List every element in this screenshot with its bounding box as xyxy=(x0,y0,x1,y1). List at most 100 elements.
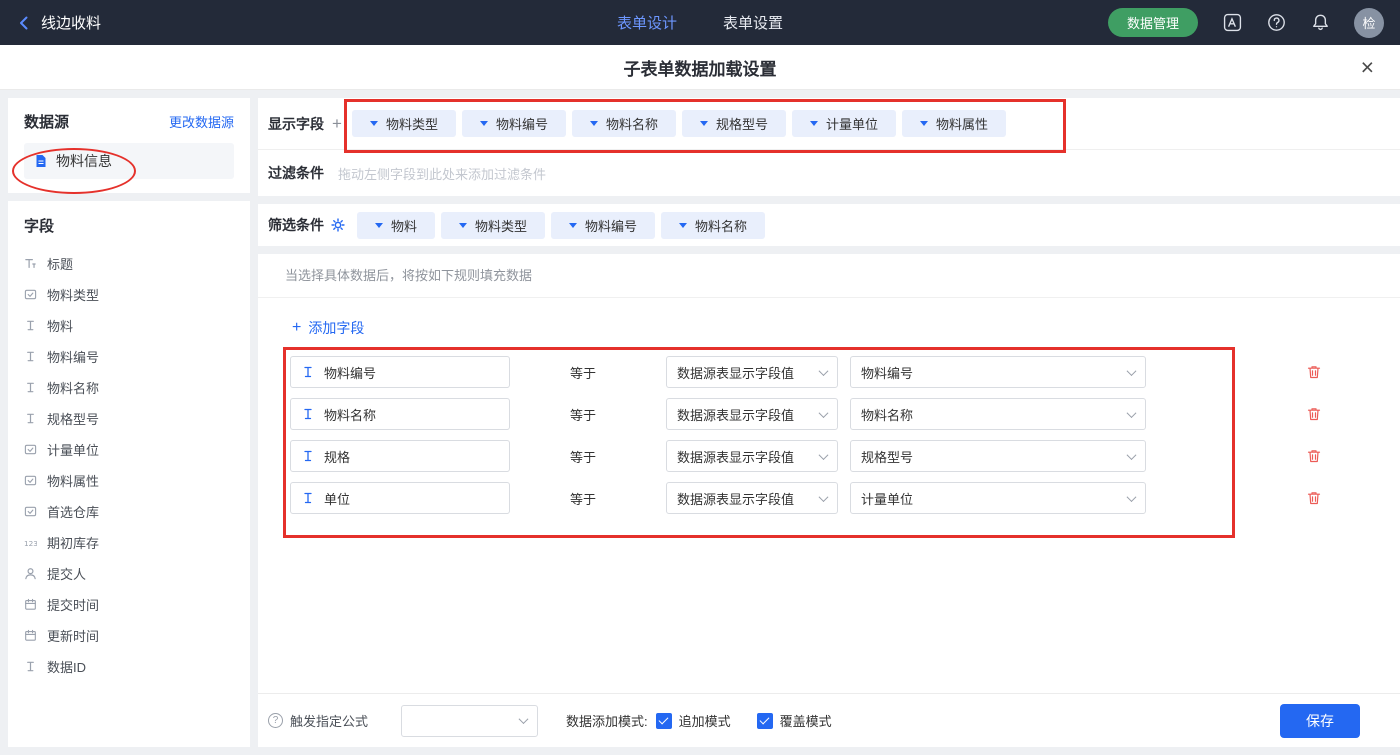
change-datasource-link[interactable]: 更改数据源 xyxy=(169,112,234,131)
mode-option-label: 覆盖模式 xyxy=(780,711,832,730)
field-item[interactable]: 物料类型 xyxy=(24,279,234,310)
rule-value-select[interactable]: 物料编号 xyxy=(850,356,1146,388)
field-item[interactable]: 123 期初库存 xyxy=(24,527,234,558)
display-field-tag[interactable]: 计量单位 xyxy=(792,110,896,137)
save-button[interactable]: 保存 xyxy=(1280,704,1360,738)
screening-tag[interactable]: 物料 xyxy=(357,212,435,239)
chevron-down-icon xyxy=(819,408,829,418)
chevron-down-icon xyxy=(1127,408,1137,418)
field-item[interactable]: 提交时间 xyxy=(24,589,234,620)
display-field-tag[interactable]: 规格型号 xyxy=(682,110,786,137)
datasource-item[interactable]: 物料信息 xyxy=(24,143,234,179)
filter-dropzone-placeholder[interactable]: 拖动左侧字段到此处来添加过滤条件 xyxy=(338,164,546,183)
rule-field-input[interactable]: 物料编号 xyxy=(290,356,510,388)
field-item[interactable]: 物料编号 xyxy=(24,341,234,372)
field-item[interactable]: 计量单位 xyxy=(24,434,234,465)
rule-row: 物料编号 等于 数据源表显示字段值 物料编号 xyxy=(290,356,1368,388)
field-item-label: 数据ID xyxy=(47,657,86,676)
back-label[interactable]: 线边收料 xyxy=(41,12,101,33)
display-field-tag[interactable]: 物料类型 xyxy=(352,110,456,137)
formula-label: 触发指定公式 xyxy=(290,711,368,730)
screening-tag[interactable]: 物料名称 xyxy=(661,212,765,239)
trash-icon[interactable] xyxy=(1306,490,1322,506)
topbar-tabs: 表单设计 表单设置 xyxy=(617,12,783,33)
add-display-field-button[interactable]: + xyxy=(332,115,342,132)
rule-value-select[interactable]: 物料名称 xyxy=(850,398,1146,430)
screening-tag[interactable]: 物料类型 xyxy=(441,212,545,239)
field-item[interactable]: 提交人 xyxy=(24,558,234,589)
display-fields-label: 显示字段 xyxy=(268,114,324,134)
rule-value-select[interactable]: 规格型号 xyxy=(850,440,1146,472)
gear-icon[interactable] xyxy=(331,218,345,232)
rule-source-value: 数据源表显示字段值 xyxy=(677,363,794,382)
field-item-label: 计量单位 xyxy=(47,440,99,459)
mode-option[interactable]: 覆盖模式 xyxy=(757,711,832,730)
field-item[interactable]: 物料名称 xyxy=(24,372,234,403)
top-tab[interactable]: 表单设置 xyxy=(723,12,783,33)
translate-icon[interactable] xyxy=(1222,13,1242,33)
back-icon[interactable] xyxy=(16,15,32,31)
rule-field-label: 单位 xyxy=(324,489,350,508)
display-field-tag[interactable]: 物料名称 xyxy=(572,110,676,137)
field-item[interactable]: 更新时间 xyxy=(24,620,234,651)
dialog-header: 子表单数据加载设置 × xyxy=(0,45,1400,90)
mode-option[interactable]: 追加模式 xyxy=(656,711,731,730)
mode-option-label: 追加模式 xyxy=(679,711,731,730)
rule-source-value: 数据源表显示字段值 xyxy=(677,405,794,424)
rule-value-value: 规格型号 xyxy=(861,447,913,466)
rule-source-select[interactable]: 数据源表显示字段值 xyxy=(666,440,838,472)
tag-label: 物料 xyxy=(391,216,417,235)
text-icon xyxy=(301,449,315,463)
rule-field-input[interactable]: 物料名称 xyxy=(290,398,510,430)
formula-select[interactable] xyxy=(401,705,538,737)
trash-icon[interactable] xyxy=(1306,364,1322,380)
help-icon[interactable] xyxy=(1266,13,1286,33)
data-manage-button[interactable]: 数据管理 xyxy=(1108,8,1198,37)
filter-label: 过滤条件 xyxy=(268,163,324,183)
field-item-label: 物料编号 xyxy=(47,347,99,366)
field-item[interactable]: 数据ID xyxy=(24,651,234,682)
bell-icon[interactable] xyxy=(1310,13,1330,33)
calendar-icon xyxy=(24,629,37,642)
avatar[interactable]: 检 xyxy=(1354,8,1384,38)
rule-field-input[interactable]: 单位 xyxy=(290,482,510,514)
chevron-down-icon xyxy=(819,450,829,460)
main-panel: 显示字段 + 物料类型 物料编号 xyxy=(258,98,1400,747)
screening-tag[interactable]: 物料编号 xyxy=(551,212,655,239)
rule-source-select[interactable]: 数据源表显示字段值 xyxy=(666,356,838,388)
trash-icon[interactable] xyxy=(1306,406,1322,422)
question-icon: ? xyxy=(268,713,283,728)
tag-label: 计量单位 xyxy=(826,114,878,133)
rule-value-select[interactable]: 计量单位 xyxy=(850,482,1146,514)
checkbox-icon[interactable] xyxy=(757,713,773,729)
top-tab[interactable]: 表单设计 xyxy=(617,12,677,33)
chevron-down-icon xyxy=(519,714,529,724)
back-nav[interactable]: 线边收料 xyxy=(16,12,101,33)
rule-field-label: 规格 xyxy=(324,447,350,466)
tag-label: 规格型号 xyxy=(716,114,768,133)
checkbox-icon[interactable] xyxy=(656,713,672,729)
add-field-label: 添加字段 xyxy=(308,318,364,338)
rule-source-select[interactable]: 数据源表显示字段值 xyxy=(666,482,838,514)
field-item[interactable]: 首选仓库 xyxy=(24,496,234,527)
field-item-label: 物料属性 xyxy=(47,471,99,490)
rule-value-value: 物料编号 xyxy=(861,363,913,382)
add-field-button[interactable]: + 添加字段 xyxy=(292,318,364,338)
field-item[interactable]: 物料属性 xyxy=(24,465,234,496)
select-icon xyxy=(24,474,37,487)
field-item-label: 物料类型 xyxy=(47,285,99,304)
field-item[interactable]: 物料 xyxy=(24,310,234,341)
display-field-tag[interactable]: 物料属性 xyxy=(902,110,1006,137)
field-item[interactable]: 标题 xyxy=(24,248,234,279)
rule-source-select[interactable]: 数据源表显示字段值 xyxy=(666,398,838,430)
dropdown-caret-icon xyxy=(679,223,687,228)
close-icon[interactable]: × xyxy=(1361,56,1374,79)
dropdown-caret-icon xyxy=(370,121,378,126)
topbar: 线边收料 表单设计 表单设置 数据管理 检 xyxy=(0,0,1400,45)
text-icon xyxy=(301,407,315,421)
rule-field-input[interactable]: 规格 xyxy=(290,440,510,472)
display-field-tag[interactable]: 物料编号 xyxy=(462,110,566,137)
trash-icon[interactable] xyxy=(1306,448,1322,464)
field-item[interactable]: 规格型号 xyxy=(24,403,234,434)
rule-row: 单位 等于 数据源表显示字段值 计量单位 xyxy=(290,482,1368,514)
